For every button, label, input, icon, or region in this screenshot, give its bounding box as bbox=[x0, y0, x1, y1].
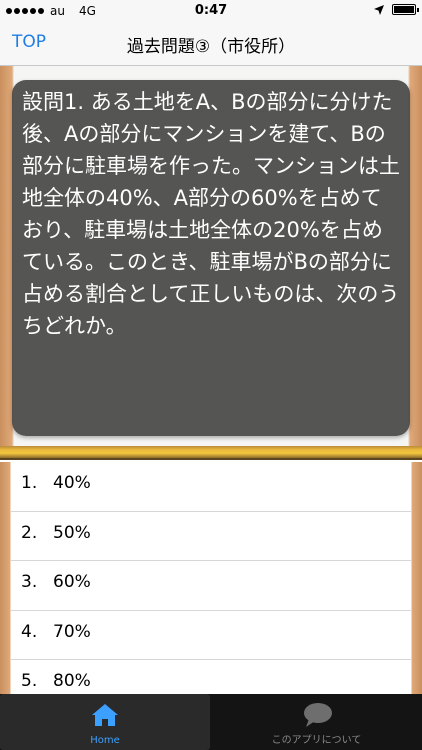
answer-label: 50% bbox=[53, 522, 91, 543]
answer-option-4[interactable]: 4. 70% bbox=[11, 611, 411, 660]
tab-about[interactable]: このアプリについて bbox=[211, 694, 422, 750]
answer-number: 2. bbox=[21, 522, 38, 543]
answer-option-2[interactable]: 2. 50% bbox=[11, 512, 411, 561]
speech-bubble-icon bbox=[303, 703, 332, 727]
answer-number: 3. bbox=[21, 572, 38, 592]
battery-icon bbox=[392, 4, 419, 15]
page-title: 過去問題③（市役所） bbox=[126, 37, 296, 57]
answer-label: 80% bbox=[53, 671, 91, 691]
tab-home[interactable]: Home bbox=[0, 694, 210, 750]
status-time: 0:47 bbox=[194, 3, 228, 18]
navigation-bar: TOP 過去問題③（市役所） bbox=[0, 22, 422, 66]
question-panel: 設問1. ある土地をA、Bの部分に分けた後、Aの部分にマンションを建て、Bの部分… bbox=[12, 80, 410, 436]
divider-bar bbox=[0, 446, 422, 460]
tab-home-label: Home bbox=[90, 735, 120, 746]
answer-label: 40% bbox=[53, 473, 91, 493]
location-arrow-icon bbox=[374, 4, 384, 15]
answer-list: 1. 40% 2. 50% 3. 60% 4. 70% 5. 80% bbox=[11, 462, 411, 710]
answer-number: 1. bbox=[21, 473, 38, 493]
status-bar: au 4G 0:47 bbox=[0, 0, 422, 22]
answer-number: 5. bbox=[21, 671, 38, 691]
home-icon bbox=[92, 704, 118, 726]
tab-about-label: このアプリについて bbox=[271, 735, 362, 746]
answers-area: 1. 40% 2. 50% 3. 60% 4. 70% 5. 80% bbox=[0, 462, 422, 694]
status-right bbox=[374, 4, 419, 15]
answer-number: 4. bbox=[21, 621, 38, 642]
answer-option-3[interactable]: 3. 60% bbox=[11, 561, 411, 611]
answer-label: 70% bbox=[53, 621, 91, 642]
tab-bar: Home このアプリについて bbox=[0, 694, 422, 750]
answer-label: 60% bbox=[53, 572, 91, 592]
answer-option-1[interactable]: 1. 40% bbox=[11, 462, 411, 512]
question-text: 設問1. ある土地をA、Bの部分に分けた後、Aの部分にマンションを建て、Bの部分… bbox=[22, 90, 400, 338]
